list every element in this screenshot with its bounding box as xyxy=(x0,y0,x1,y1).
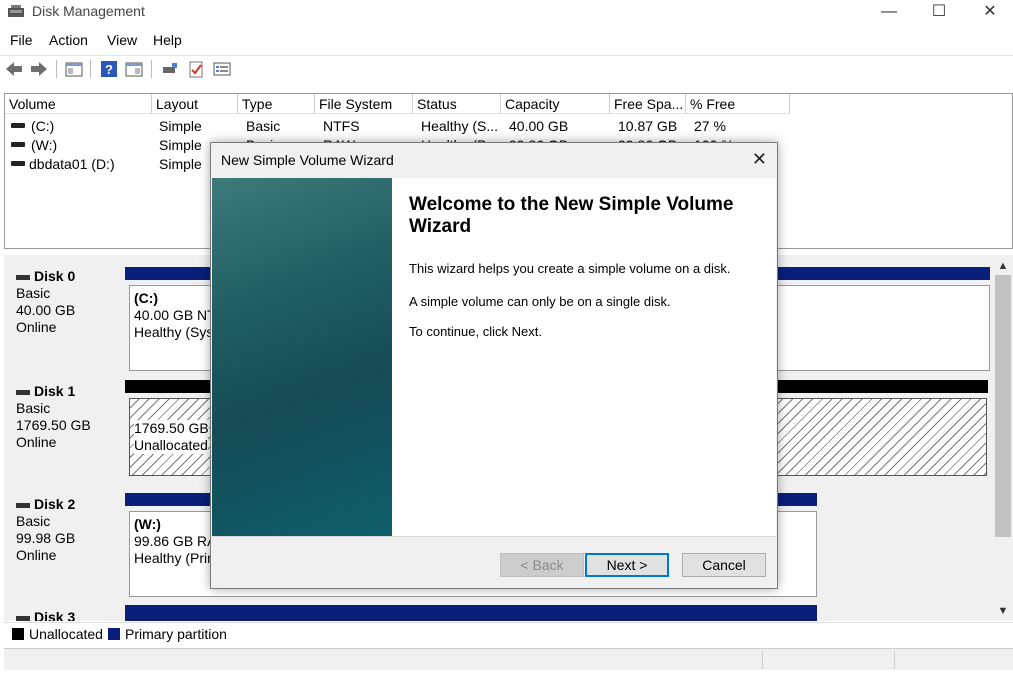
disk-name: Disk 3 xyxy=(34,609,76,621)
wizard-text-line: This wizard helps you create a simple vo… xyxy=(409,261,731,276)
disk-type: Basic xyxy=(16,285,51,301)
disk-info-2[interactable]: Disk 2 Basic 99.98 GB Online xyxy=(8,488,125,598)
cancel-button[interactable]: Cancel xyxy=(682,553,766,577)
checklist-icon[interactable] xyxy=(186,59,206,79)
show-hide-action-pane-icon[interactable] xyxy=(124,59,144,79)
volume-file-system: NTFS xyxy=(323,118,360,134)
menu-file[interactable]: File xyxy=(10,32,33,48)
volume-percent-free: 27 % xyxy=(694,118,726,134)
wizard-text-line: A simple volume can only be on a single … xyxy=(409,294,671,309)
column-header-free-space[interactable]: Free Spa... xyxy=(610,94,686,114)
unallocated-swatch xyxy=(12,628,24,640)
wizard-banner-image xyxy=(212,178,392,536)
disk-state: Online xyxy=(16,319,57,335)
connect-icon[interactable] xyxy=(160,59,180,79)
disk-icon xyxy=(16,274,30,280)
wizard-content: Welcome to the New Simple Volume Wizard … xyxy=(212,178,776,536)
disk-management-icon xyxy=(8,5,24,17)
scrollbar-thumb[interactable] xyxy=(995,275,1011,537)
column-header-file-system[interactable]: File System xyxy=(315,94,413,114)
column-header-capacity[interactable]: Capacity xyxy=(501,94,610,114)
scroll-down-icon[interactable]: ▼ xyxy=(996,604,1010,618)
legend: Unallocated Primary partition xyxy=(4,622,1013,644)
maximize-button[interactable]: ☐ xyxy=(914,0,964,26)
drive-icon xyxy=(11,123,25,128)
toolbar-separator xyxy=(56,60,57,78)
disk-info-0[interactable]: Disk 0 Basic 40.00 GB Online xyxy=(8,260,125,370)
disk-info-3[interactable]: Disk 3 xyxy=(8,601,125,621)
disk-icon xyxy=(16,389,30,395)
volume-status: Healthy (S... xyxy=(421,118,499,134)
disk-state: Online xyxy=(16,547,57,563)
dialog-close-button[interactable]: ✕ xyxy=(752,149,767,170)
minimize-button[interactable]: — xyxy=(864,0,914,26)
close-button[interactable]: ✕ xyxy=(965,0,1013,26)
wizard-heading: Welcome to the New Simple Volume Wizard xyxy=(409,194,734,237)
properties-icon[interactable] xyxy=(212,59,232,79)
divider xyxy=(212,536,776,537)
toolbar-separator xyxy=(90,60,91,78)
disk-name: Disk 0 xyxy=(34,268,76,284)
title-bar: Disk Management — ☐ ✕ xyxy=(0,0,1013,28)
disk-type: Basic xyxy=(16,400,51,416)
status-bar xyxy=(4,648,1013,670)
toolbar-separator xyxy=(151,60,152,78)
disk-size: 1769.50 GB xyxy=(16,417,91,433)
volume-name: dbdata01 (D:) xyxy=(29,156,115,172)
toolbar: ? xyxy=(0,55,1013,81)
disk-name: Disk 2 xyxy=(34,496,76,512)
show-hide-console-tree-icon[interactable] xyxy=(64,59,84,79)
scroll-up-icon[interactable]: ▲ xyxy=(996,259,1010,273)
column-header-volume[interactable]: Volume xyxy=(5,94,152,114)
column-header-type[interactable]: Type xyxy=(238,94,315,114)
column-header-layout[interactable]: Layout xyxy=(152,94,238,114)
partition-status: Unallocated xyxy=(134,437,208,454)
back-arrow-icon[interactable] xyxy=(4,59,24,79)
partition-bar-primary xyxy=(125,605,817,621)
disk-icon xyxy=(16,502,30,508)
forward-arrow-icon[interactable] xyxy=(29,59,49,79)
svg-text:?: ? xyxy=(105,62,113,77)
status-separator xyxy=(894,651,895,669)
volume-free-space: 10.87 GB xyxy=(618,118,678,134)
volume-name: (C:) xyxy=(31,118,55,134)
volume-type: Basic xyxy=(246,118,281,134)
wizard-text-line: To continue, click Next. xyxy=(409,324,542,339)
window-title: Disk Management xyxy=(32,3,145,19)
disk-state: Online xyxy=(16,434,57,450)
next-button[interactable]: Next > xyxy=(585,553,669,577)
volume-name: (W:) xyxy=(31,137,58,153)
disk-info-1[interactable]: Disk 1 Basic 1769.50 GB Online xyxy=(8,375,125,485)
disk-name: Disk 1 xyxy=(34,383,76,399)
disk-size: 40.00 GB xyxy=(16,302,76,318)
status-separator xyxy=(762,651,763,669)
volume-layout: Simple xyxy=(159,118,202,134)
volume-capacity: 40.00 GB xyxy=(509,118,569,134)
help-icon[interactable]: ? xyxy=(99,59,119,79)
back-button[interactable]: < Back xyxy=(500,553,584,577)
primary-partition-swatch xyxy=(108,628,120,640)
dialog-title: New Simple Volume Wizard xyxy=(221,152,394,168)
vertical-scrollbar[interactable]: ▲ ▼ xyxy=(993,255,1013,621)
disk-icon xyxy=(16,615,30,621)
new-simple-volume-wizard-dialog: New Simple Volume Wizard ✕ Welcome to th… xyxy=(210,142,778,589)
menu-action[interactable]: Action xyxy=(49,32,88,48)
drive-icon xyxy=(11,142,25,147)
volume-layout: Simple xyxy=(159,156,202,172)
column-header-percent-free[interactable]: % Free xyxy=(686,94,790,114)
partition-size: 1769.50 GB xyxy=(134,420,209,437)
volume-layout: Simple xyxy=(159,137,202,153)
menu-help[interactable]: Help xyxy=(153,32,182,48)
drive-icon xyxy=(11,161,25,166)
menu-view[interactable]: View xyxy=(107,32,137,48)
column-header-status[interactable]: Status xyxy=(413,94,501,114)
disk-size: 99.98 GB xyxy=(16,530,76,546)
disk-type: Basic xyxy=(16,513,51,529)
legend-unallocated-label: Unallocated xyxy=(29,626,103,642)
legend-primary-label: Primary partition xyxy=(125,626,227,642)
